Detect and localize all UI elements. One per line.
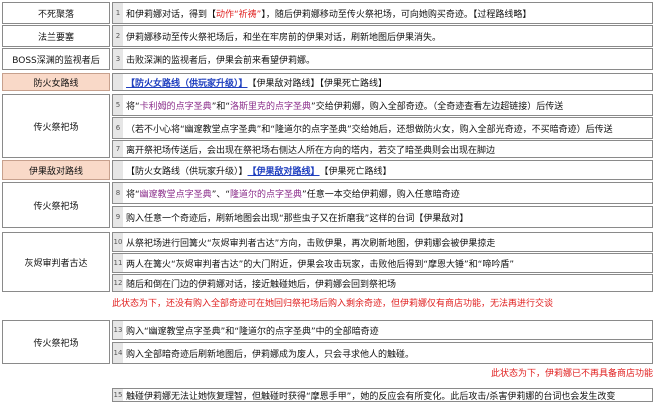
- row-text: 触碰伊莉娜无法让她恢复理智，但触碰时获得“摩恩手甲”，她的反应会有所变化。此后攻…: [126, 391, 616, 402]
- row-number: 1: [113, 3, 123, 23]
- route-links-row: 【防火女路线（供玩家升级）】【伊果敌对路线】【伊果死亡路线】: [112, 160, 653, 180]
- row-number: 7: [113, 141, 123, 157]
- table-row: 12 随后和倒在门边的伊莉娜对话，接近触碰她后，伊莉娜会回到祭祀场: [112, 274, 653, 292]
- row-text: 随后和倒在门边的伊莉娜对话，接近触碰她后，伊莉娜会回到祭祀场: [126, 279, 397, 290]
- row-text: （若不小心将“幽邃教堂点字圣典”和“隆道尔的点字圣典”交给她后，还想做防火女，购…: [126, 124, 613, 135]
- row-text: 从祭祀场进行回篝火“灰烬审判者古达”方向，击败伊果，再次刷新地图，伊莉娜会被伊果…: [126, 238, 496, 249]
- table-row: 11 两人在篝火“灰烬审判者古达”的大门附近，伊果会攻击玩家，击败他后得到“摩恩…: [112, 253, 653, 273]
- row-text: 【防火女路线（供玩家升级）】【伊果敌对路线】【伊果死亡路线】: [124, 161, 652, 179]
- row-text: 离开祭祀场传送后，会出现在祭祀场右侧达人所在方向的塔内，若交了暗圣典则会出现在脚…: [126, 145, 496, 156]
- link-yi-li-di-dui[interactable]: 【伊果敌对路线】: [248, 164, 320, 177]
- table-row: 2 伊莉娜移动至传火祭祀场后，和坐在牢房前的伊果对话，刷新地图后伊果消失。: [112, 25, 653, 47]
- label-fa-lan-yao-sai: 法兰要塞: [2, 25, 110, 47]
- table-row: 10 从祭祀场进行回篝火“灰烬审判者古达”方向，击败伊果，再次刷新地图，伊莉娜会…: [112, 232, 653, 252]
- row-number: 3: [113, 49, 123, 69]
- label-bonfire-shrine-1: 传火祭祀场: [2, 94, 110, 158]
- row-number: 10: [113, 233, 123, 251]
- link-yi-li-death[interactable]: 【伊果死亡路线】: [320, 164, 392, 177]
- row-text: 击败深渊的监视者后，伊果会前来看望伊莉娜。: [126, 55, 316, 66]
- label-bonfire-shrine-2: 传火祭祀场: [2, 182, 110, 228]
- row-text: 将“ 幽邃教堂点字圣典 ”、“ 隆道尔的点字圣典 ”任意一本交给伊莉娜，购入任意暗奇迹: [126, 189, 460, 200]
- row-number: 5: [113, 95, 123, 115]
- row-number: 11: [113, 254, 123, 272]
- label-ash-judge: 灰烬审判者古达: [2, 232, 110, 292]
- row-text: 和伊莉娜对话，得到【 动作“祈祷” 】，随后伊莉娜移动至传火祭祀场，可向她购买奇迹。…: [126, 9, 532, 20]
- row-number: [113, 74, 123, 90]
- link-other-routes[interactable]: 【伊果敌对路线】【伊果死亡路线】: [248, 76, 388, 89]
- table-row: 9 购入任意一个奇迹后，刷新地图会出现“那些虫子又在折磨我”这样的台词【伊果敌对…: [112, 206, 653, 228]
- table-row: 7 离开祭祀场传送后，会出现在祭祀场右侧达人所在方向的塔内，若交了暗圣典则会出现…: [112, 140, 653, 158]
- row-number: 9: [113, 207, 123, 227]
- row-text: 购入全部暗奇迹后刷新地图后，伊莉娜成为废人，只会寻求他人的触碰。: [126, 349, 415, 360]
- label-boss-watchers: BOSS深渊的监视者后: [2, 48, 110, 70]
- row-text: 将“ 卡利姆的点字圣典 ”和“ 洛斯里克的点字圣典 ”交给伊莉娜，购入全部奇迹。（全奇迹…: [126, 101, 564, 112]
- row-number: 8: [113, 183, 123, 203]
- table-row: 14 购入全部暗奇迹后刷新地图后，伊莉娜成为废人，只会寻求他人的触碰。: [112, 342, 653, 364]
- table-row: 3 击败深渊的监视者后，伊果会前来看望伊莉娜。: [112, 48, 653, 70]
- link-fang-huo-nv[interactable]: 【防火女路线（供玩家升级）】: [126, 76, 248, 89]
- status-note: 此状态为下，还没有购入全部奇迹可在她回归祭祀场后购入剩余奇迹，但伊莉娜仅有商店功…: [112, 299, 554, 309]
- row-number: 15: [113, 389, 123, 401]
- row-text: 【防火女路线（供玩家升级）】【伊果敌对路线】【伊果死亡路线】: [124, 74, 652, 90]
- table-row: 5 将“ 卡利姆的点字圣典 ”和“ 洛斯里克的点字圣典 ”交给伊莉娜，购入全部奇迹。（全…: [112, 94, 653, 116]
- row-number: 13: [113, 321, 123, 339]
- status-note: 此状态为下，伊莉娜已不再具备商店功能: [490, 369, 653, 379]
- row-text: 购入任意一个奇迹后，刷新地图会出现“那些虫子又在折磨我”这样的台词【伊果敌对】: [126, 213, 469, 224]
- table-row: 13 购入“幽邃教堂点字圣典”和“隆道尔的点字圣典”中的全部暗奇迹: [112, 320, 653, 340]
- label-fang-huo-nv-line[interactable]: 防火女路线: [2, 73, 110, 91]
- row-text: 两人在篝火“灰烬审判者古达”的大门附近，伊果会攻击玩家，击败他后得到“摩恩大锤”…: [126, 259, 514, 270]
- row-text: 伊莉娜移动至传火祭祀场后，和坐在牢房前的伊果对话，刷新地图后伊果消失。: [126, 32, 442, 43]
- table-row: 1 和伊莉娜对话，得到【 动作“祈祷” 】，随后伊莉娜移动至传火祭祀场，可向她购买奇…: [112, 2, 653, 24]
- row-number: 14: [113, 343, 123, 363]
- route-links-row: 【防火女路线（供玩家升级）】【伊果敌对路线】【伊果死亡路线】: [112, 73, 653, 91]
- label-bu-si-ju-luo: 不死聚落: [2, 2, 110, 24]
- row-number: [113, 161, 123, 179]
- table-row: 8 将“ 幽邃教堂点字圣典 ”、“ 隆道尔的点字圣典 ”任意一本交给伊莉娜，购入任意暗奇…: [112, 182, 653, 204]
- row-number: 6: [113, 118, 123, 138]
- label-yi-li-di-dui-line[interactable]: 伊果敌对路线: [2, 160, 110, 180]
- link-fang-huo-nv[interactable]: 【防火女路线（供玩家升级）】: [126, 164, 248, 177]
- row-number: 12: [113, 275, 123, 291]
- table-row: 6 （若不小心将“幽邃教堂点字圣典”和“隆道尔的点字圣典”交给她后，还想做防火女…: [112, 117, 653, 139]
- row-text: 购入“幽邃教堂点字圣典”和“隆道尔的点字圣典”中的全部暗奇迹: [126, 326, 379, 337]
- label-bonfire-shrine-3: 传火祭祀场: [2, 320, 110, 364]
- row-number: 2: [113, 26, 123, 46]
